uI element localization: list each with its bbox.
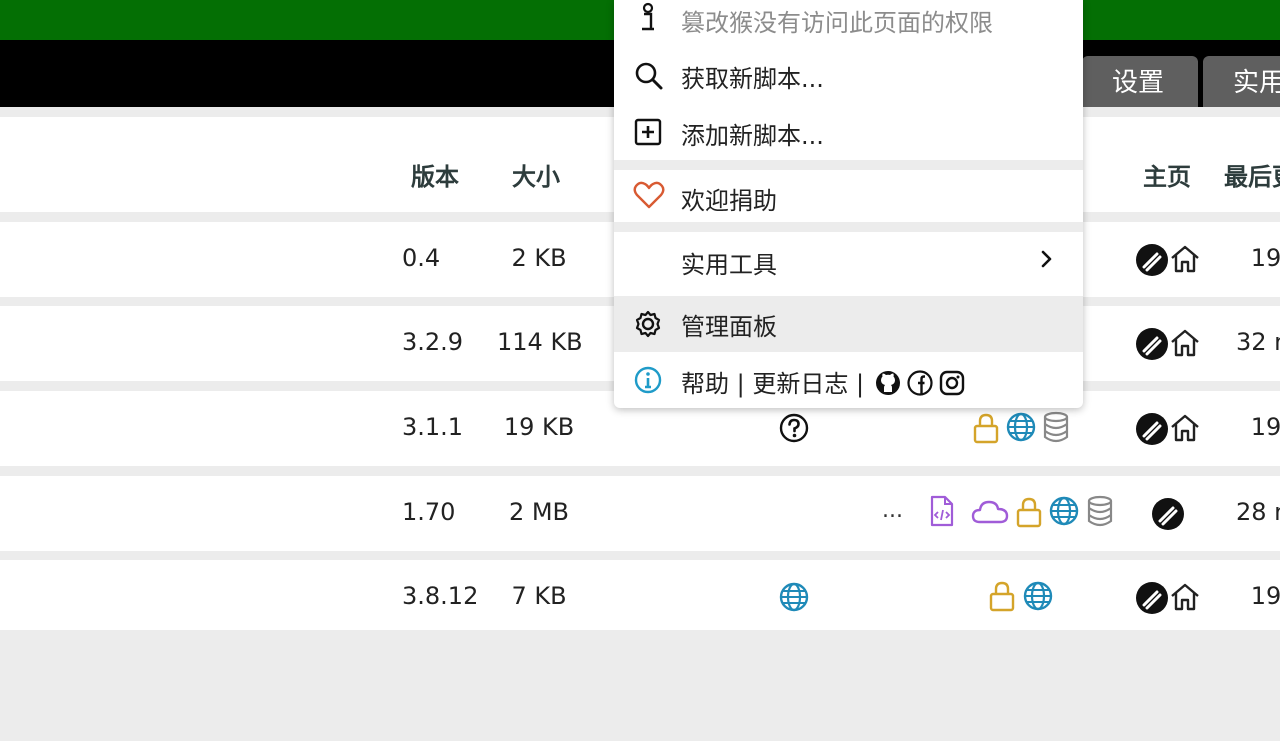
table-row: 3.8.12 7 KB 19 — [0, 560, 1280, 635]
support-icon[interactable] — [1135, 243, 1169, 277]
file-code-icon — [929, 495, 955, 527]
script-size: 114 KB — [497, 328, 583, 356]
more-ellipsis[interactable]: ... — [882, 498, 903, 523]
lock-icon — [972, 412, 1000, 444]
info-icon — [634, 366, 662, 398]
menu-separator — [614, 222, 1083, 232]
menu-item-get-new-scripts[interactable]: 获取新脚本... — [614, 48, 1083, 102]
menu-item-utilities[interactable]: 实用工具 — [614, 234, 1083, 288]
database-icon — [1086, 495, 1114, 527]
lock-icon — [988, 580, 1016, 612]
help-changelog-links[interactable]: 帮助 | 更新日志 | — [681, 364, 864, 399]
database-icon — [1042, 411, 1070, 443]
menu-item-donate[interactable]: 欢迎捐助 — [614, 170, 1083, 224]
instagram-icon[interactable] — [939, 370, 965, 400]
menu-item-no-access: 篡改猴没有访问此页面的权限 — [614, 0, 1083, 46]
header-homepage[interactable]: 主页 — [1143, 157, 1191, 192]
support-icon[interactable] — [1135, 581, 1169, 615]
script-version: 3.2.9 — [402, 328, 464, 356]
table-row: 1.70 2 MB ... 28 m — [0, 476, 1280, 551]
header-updated[interactable]: 最后更 — [1224, 157, 1280, 192]
script-version: 3.8.12 — [402, 582, 479, 610]
cloud-icon — [971, 499, 1009, 525]
menu-item-label: 欢迎捐助 — [681, 187, 777, 215]
heart-icon — [633, 181, 665, 215]
plus-square-icon — [634, 118, 662, 152]
script-version: 3.1.1 — [402, 413, 464, 441]
tab-utilities[interactable]: 实用 — [1203, 56, 1280, 107]
facebook-icon[interactable] — [907, 370, 933, 400]
menu-item-add-new-script[interactable]: 添加新脚本... — [614, 105, 1083, 159]
script-size: 19 KB — [503, 413, 575, 441]
home-icon[interactable] — [1169, 328, 1201, 358]
script-version: 1.70 — [402, 498, 456, 526]
menu-item-label: 添加新脚本... — [681, 122, 824, 150]
support-icon[interactable] — [1151, 497, 1185, 531]
script-version: 0.4 — [402, 244, 441, 272]
script-updated: 19 — [1250, 244, 1280, 272]
script-updated: 19 — [1250, 413, 1280, 441]
menu-item-label: 实用工具 — [681, 251, 777, 279]
script-size: 2 MB — [508, 498, 570, 526]
github-icon[interactable] — [875, 370, 901, 400]
home-icon[interactable] — [1169, 582, 1201, 612]
menu-separator — [614, 160, 1083, 170]
empty-area — [0, 630, 1280, 741]
header-size[interactable]: 大小 — [512, 157, 560, 192]
globe-icon — [1023, 581, 1053, 611]
script-updated: 32 m — [1236, 328, 1280, 356]
tab-settings[interactable]: 设置 — [1082, 56, 1198, 107]
header-version[interactable]: 版本 — [411, 157, 459, 192]
lock-icon — [1015, 496, 1043, 528]
search-icon — [634, 61, 664, 97]
figure-icon — [638, 2, 658, 40]
home-icon[interactable] — [1169, 244, 1201, 274]
home-icon[interactable] — [1169, 413, 1201, 443]
question-icon[interactable] — [779, 413, 809, 443]
globe-icon — [1006, 412, 1036, 442]
extension-menu: 篡改猴没有访问此页面的权限 获取新脚本... 添加新脚本... 欢迎捐助 实用工… — [614, 0, 1083, 408]
menu-item-label: 管理面板 — [681, 313, 777, 341]
support-icon[interactable] — [1135, 327, 1169, 361]
menu-item-label: 获取新脚本... — [681, 65, 824, 93]
chevron-right-icon — [1036, 247, 1056, 277]
globe-icon — [1049, 496, 1079, 526]
script-updated: 28 m — [1236, 498, 1280, 526]
gear-icon — [634, 310, 662, 344]
menu-item-label: 篡改猴没有访问此页面的权限 — [681, 9, 993, 37]
script-size: 7 KB — [511, 582, 567, 610]
script-updated: 19 — [1250, 582, 1280, 610]
menu-item-dashboard[interactable]: 管理面板 — [614, 296, 1083, 352]
script-size: 2 KB — [511, 244, 567, 272]
globe-icon — [779, 582, 809, 612]
support-icon[interactable] — [1135, 412, 1169, 446]
